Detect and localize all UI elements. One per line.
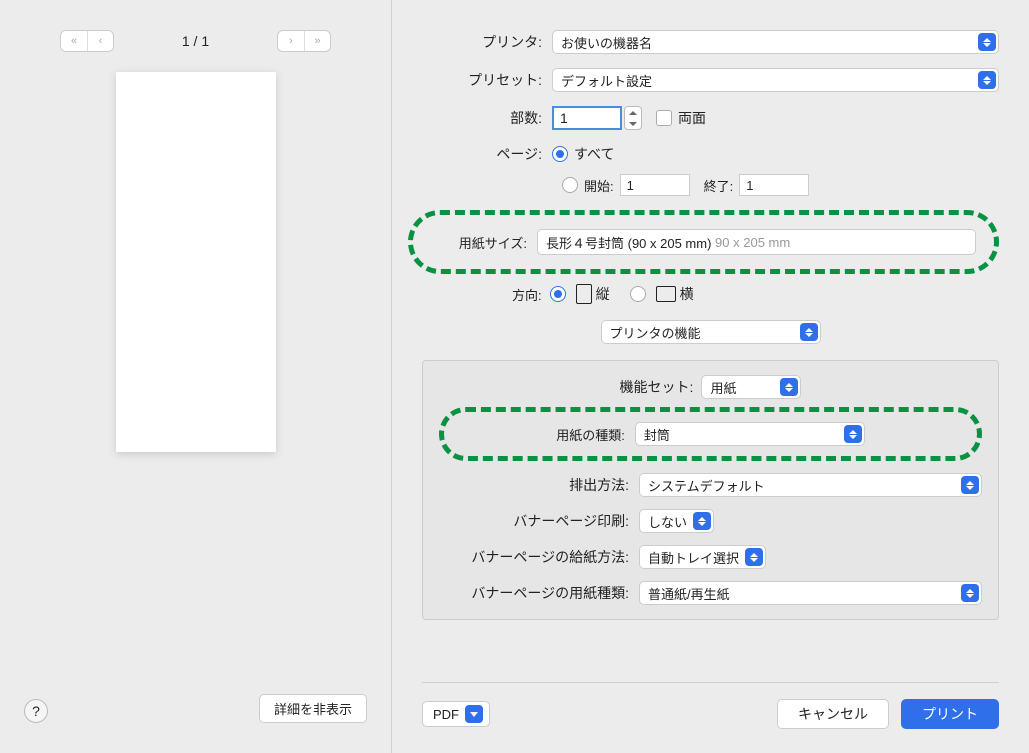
chevron-down-icon: [465, 705, 483, 723]
feature-set-label: 機能セット:: [620, 377, 694, 397]
dialog-footer: PDF キャンセル プリント: [422, 682, 999, 729]
from-label: 開始:: [584, 176, 614, 195]
to-input[interactable]: 1: [739, 174, 809, 196]
pages-all-label: すべて: [574, 144, 614, 164]
orientation-portrait-radio[interactable]: [550, 286, 566, 302]
updown-icon: [978, 33, 996, 51]
preview-pane: « ‹ 1 / 1 › » ? 詳細を非表示: [0, 0, 392, 753]
pages-all-radio[interactable]: [552, 146, 568, 162]
pages-range-radio[interactable]: [562, 177, 578, 193]
page-indicator: 1 / 1: [182, 33, 209, 49]
paper-type-highlight: 用紙の種類: 封筒: [439, 407, 982, 461]
updown-icon: [844, 425, 862, 443]
banner-paper-type-select[interactable]: 普通紙/再生紙: [639, 581, 982, 605]
paper-size-value: 長形４号封筒 (90 x 205 mm): [546, 233, 711, 252]
first-page-button[interactable]: «: [61, 31, 87, 51]
portrait-label: 縦: [596, 284, 610, 304]
banner-print-select[interactable]: しない: [639, 509, 714, 533]
pdf-menu-button[interactable]: PDF: [422, 701, 490, 727]
to-label: 終了:: [704, 176, 734, 195]
copies-label: 部数:: [422, 108, 552, 128]
updown-icon: [961, 476, 979, 494]
paper-type-select[interactable]: 封筒: [635, 422, 865, 446]
cancel-button[interactable]: キャンセル: [777, 699, 889, 729]
preset-value: デフォルト設定: [561, 71, 652, 90]
updown-icon: [780, 378, 798, 396]
updown-icon: [978, 71, 996, 89]
banner-feed-label: バナーページの給紙方法:: [439, 547, 639, 567]
preset-select[interactable]: デフォルト設定: [552, 68, 999, 92]
updown-icon: [961, 584, 979, 602]
updown-icon: [800, 323, 818, 341]
page-preview: [116, 72, 276, 452]
hide-details-button[interactable]: 詳細を非表示: [259, 694, 367, 723]
section-value: プリンタの機能: [610, 323, 701, 342]
paper-size-highlight: 用紙サイズ: 長形４号封筒 (90 x 205 mm) 90 x 205 mm: [408, 210, 999, 274]
landscape-icon: [656, 286, 676, 302]
updown-icon: [745, 548, 763, 566]
updown-icon: [693, 512, 711, 530]
paper-size-dim: 90 x 205 mm: [715, 235, 790, 250]
banner-print-value: しない: [648, 512, 687, 531]
section-select[interactable]: プリンタの機能: [601, 320, 821, 344]
next-page-button[interactable]: ›: [278, 31, 304, 51]
output-method-select[interactable]: システムデフォルト: [639, 473, 982, 497]
from-input[interactable]: 1: [620, 174, 690, 196]
orientation-landscape-radio[interactable]: [630, 286, 646, 302]
prev-page-group: « ‹: [60, 30, 114, 52]
last-page-button[interactable]: »: [304, 31, 330, 51]
prev-page-button[interactable]: ‹: [87, 31, 113, 51]
portrait-icon: [576, 284, 592, 304]
copies-stepper[interactable]: [624, 106, 642, 130]
duplex-label: 両面: [678, 108, 706, 128]
paper-size-label: 用紙サイズ:: [431, 233, 537, 252]
banner-feed-value: 自動トレイ選択: [648, 548, 739, 567]
feature-set-select[interactable]: 用紙: [701, 375, 801, 399]
banner-feed-select[interactable]: 自動トレイ選択: [639, 545, 766, 569]
updown-icon: [790, 235, 806, 250]
output-method-label: 排出方法:: [439, 475, 639, 495]
help-button[interactable]: ?: [24, 699, 48, 723]
output-method-value: システムデフォルト: [648, 476, 765, 495]
paper-size-select[interactable]: 長形４号封筒 (90 x 205 mm) 90 x 205 mm: [537, 229, 976, 255]
pages-label: ページ:: [422, 144, 552, 164]
printer-features-panel: 機能セット: 用紙 用紙の種類: 封筒 排出方法: システムデフォルト: [422, 360, 999, 620]
preset-label: プリセット:: [422, 70, 552, 90]
banner-print-label: バナーページ印刷:: [439, 511, 639, 531]
feature-set-value: 用紙: [710, 378, 736, 397]
paper-type-label: 用紙の種類:: [556, 425, 625, 444]
orientation-label: 方向:: [512, 285, 542, 304]
duplex-checkbox[interactable]: [656, 110, 672, 126]
landscape-label: 横: [680, 284, 694, 304]
copies-input[interactable]: 1: [552, 106, 622, 130]
printer-select[interactable]: お使いの機器名: [552, 30, 999, 54]
print-button[interactable]: プリント: [901, 699, 999, 729]
stepper-down-icon[interactable]: [625, 118, 641, 129]
banner-paper-type-value: 普通紙/再生紙: [648, 584, 730, 603]
settings-pane: プリンタ: お使いの機器名 プリセット: デフォルト設定 部数: 1: [392, 0, 1029, 753]
printer-label: プリンタ:: [422, 32, 552, 52]
printer-value: お使いの機器名: [561, 33, 652, 52]
next-page-group: › »: [277, 30, 331, 52]
paper-type-value: 封筒: [644, 425, 670, 444]
pdf-label: PDF: [433, 707, 459, 722]
banner-paper-type-label: バナーページの用紙種類:: [439, 583, 639, 603]
stepper-up-icon[interactable]: [625, 107, 641, 118]
